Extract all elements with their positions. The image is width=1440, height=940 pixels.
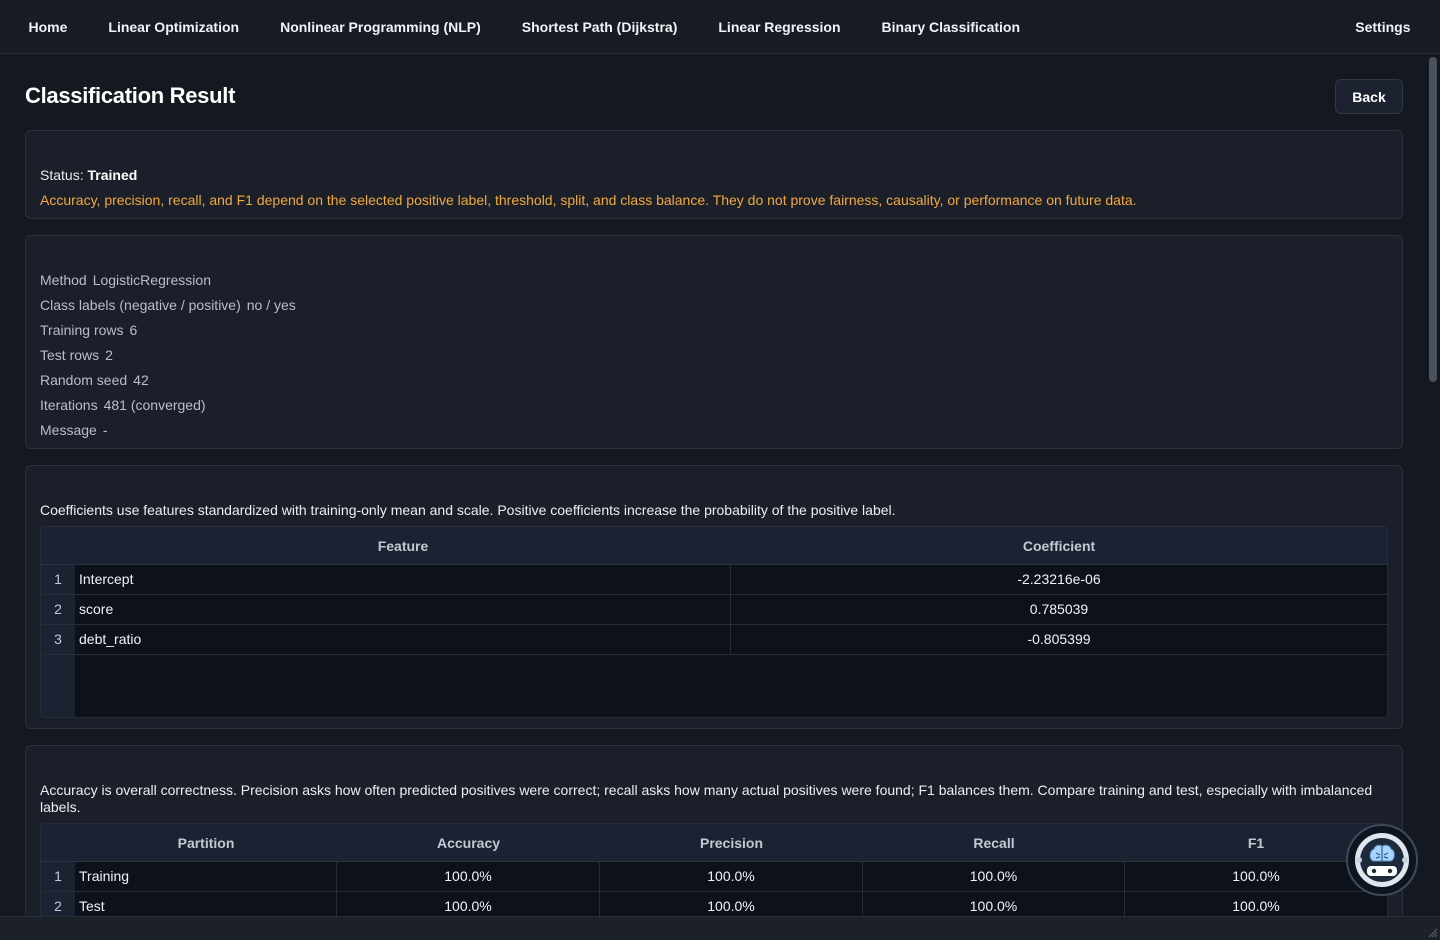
coefficients-table[interactable]: Feature Coefficient 1 Intercept -2.23216… [40, 526, 1388, 718]
robot-brain-icon [1355, 833, 1409, 887]
nav-linear-optimization[interactable]: Linear Optimization [88, 0, 260, 54]
cell-recall[interactable]: 100.0% [863, 892, 1125, 916]
assistant-button[interactable] [1346, 824, 1418, 896]
page-header: Classification Result Back [25, 54, 1403, 138]
cell-accuracy[interactable]: 100.0% [337, 892, 600, 916]
info-value: LogisticRegression [92, 272, 211, 288]
info-label: Training rows [40, 322, 124, 338]
cell-partition[interactable]: Training [75, 862, 337, 891]
nav-home[interactable]: Home [8, 0, 88, 54]
nav-nonlinear-programming[interactable]: Nonlinear Programming (NLP) [260, 0, 502, 54]
nav-settings[interactable]: Settings [1335, 0, 1431, 54]
metrics-note: Accuracy is overall correctness. Precisi… [40, 782, 1373, 815]
back-button[interactable]: Back [1335, 79, 1403, 114]
metrics-table[interactable]: Partition Accuracy Precision Recall F1 1… [40, 823, 1388, 916]
metrics-warning: Accuracy, precision, recall, and F1 depe… [40, 192, 1137, 208]
main-content: Classification Result Back Status: Train… [25, 54, 1403, 916]
cell-partition[interactable]: Test [75, 892, 337, 916]
info-class-labels: Class labels (negative / positive) no / y… [40, 297, 296, 313]
row-number: 3 [41, 625, 75, 654]
info-test-rows: Test rows 2 [40, 347, 113, 363]
cell-feature[interactable]: Intercept [75, 565, 731, 594]
row-number: 2 [41, 892, 75, 916]
column-header-feature[interactable]: Feature [75, 527, 731, 565]
cell-coefficient[interactable]: -2.23216e-06 [731, 565, 1387, 594]
info-label: Class labels (negative / positive) [40, 297, 241, 313]
table-row[interactable]: 1 Training 100.0% 100.0% 100.0% 100.0% [41, 862, 1387, 892]
coefficients-note: Coefficients use features standardized w… [40, 502, 896, 518]
info-label: Test rows [40, 347, 100, 363]
nav-binary-classification[interactable]: Binary Classification [861, 0, 1041, 54]
resize-grip-icon[interactable] [1428, 928, 1438, 938]
metrics-card: Accuracy is overall correctness. Precisi… [25, 745, 1403, 916]
info-value: - [102, 422, 108, 438]
nav-shortest-path[interactable]: Shortest Path (Dijkstra) [501, 0, 698, 54]
page-title: Classification Result [25, 83, 236, 108]
cell-feature[interactable]: score [75, 595, 731, 624]
info-label: Random seed [40, 372, 128, 388]
info-label: Message [40, 422, 97, 438]
cell-recall[interactable]: 100.0% [863, 862, 1125, 891]
info-label: Method [40, 272, 87, 288]
top-navigation: Home Linear Optimization Nonlinear Progr… [0, 0, 1440, 54]
info-value: no / yes [246, 297, 296, 313]
table-row[interactable]: 1 Intercept -2.23216e-06 [41, 565, 1387, 595]
table-header: Feature Coefficient [41, 527, 1387, 565]
status-card: Status: Trained Accuracy, precision, rec… [25, 130, 1403, 219]
cell-f1[interactable]: 100.0% [1125, 892, 1387, 916]
info-value: 481 (converged) [103, 397, 206, 413]
info-training-rows: Training rows 6 [40, 322, 137, 338]
row-number: 1 [41, 862, 75, 891]
info-iterations: Iterations 481 (converged) [40, 397, 206, 413]
info-value: 6 [129, 322, 138, 338]
info-value: 2 [105, 347, 113, 363]
column-header-coefficient[interactable]: Coefficient [731, 527, 1387, 565]
status-value: Trained [87, 167, 138, 183]
cell-precision[interactable]: 100.0% [600, 892, 863, 916]
row-number: 1 [41, 565, 75, 594]
scrollbar-thumb[interactable] [1429, 57, 1437, 382]
info-message: Message - [40, 422, 107, 438]
column-header-accuracy[interactable]: Accuracy [337, 824, 600, 862]
table-row[interactable]: 2 score 0.785039 [41, 595, 1387, 625]
coefficients-card: Coefficients use features standardized w… [25, 465, 1403, 729]
cell-coefficient[interactable]: -0.805399 [731, 625, 1387, 654]
nav-linear-regression[interactable]: Linear Regression [698, 0, 861, 54]
row-number: 2 [41, 595, 75, 624]
table-row[interactable]: 3 debt_ratio -0.805399 [41, 625, 1387, 655]
cell-precision[interactable]: 100.0% [600, 862, 863, 891]
status-label: Status: [40, 167, 84, 183]
info-label: Iterations [40, 397, 98, 413]
table-header: Partition Accuracy Precision Recall F1 [41, 824, 1387, 862]
status-line: Status: Trained [40, 167, 137, 183]
column-header-recall[interactable]: Recall [863, 824, 1125, 862]
cell-accuracy[interactable]: 100.0% [337, 862, 600, 891]
table-row[interactable]: 2 Test 100.0% 100.0% 100.0% 100.0% [41, 892, 1387, 916]
column-header-partition[interactable]: Partition [75, 824, 337, 862]
info-value: 42 [133, 372, 149, 388]
cell-coefficient[interactable]: 0.785039 [731, 595, 1387, 624]
model-info-card: Method LogisticRegression Class labels (n… [25, 235, 1403, 449]
cell-feature[interactable]: debt_ratio [75, 625, 731, 654]
info-random-seed: Random seed 42 [40, 372, 149, 388]
bottom-status-bar [0, 916, 1440, 940]
column-header-precision[interactable]: Precision [600, 824, 863, 862]
info-method: Method LogisticRegression [40, 272, 211, 288]
